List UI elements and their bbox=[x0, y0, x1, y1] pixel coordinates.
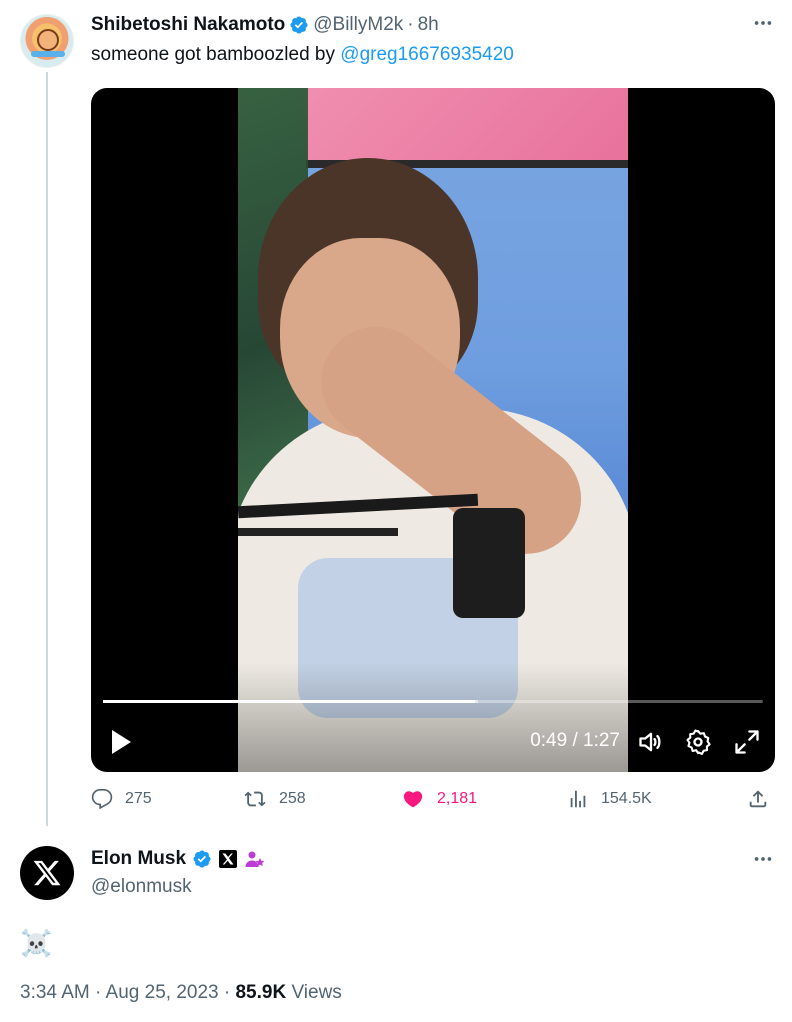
volume-icon[interactable] bbox=[637, 728, 665, 756]
views-label: Views bbox=[286, 982, 342, 1003]
reply-author-header: Elon Musk bbox=[91, 848, 266, 870]
tweet-time[interactable]: 8h bbox=[418, 14, 439, 36]
tweet-actions: 275 258 2,181 154.5K bbox=[91, 788, 775, 816]
reply-author-handle[interactable]: @elonmusk bbox=[91, 876, 192, 898]
author-name[interactable]: Elon Musk bbox=[91, 848, 186, 870]
video-progress-bar[interactable] bbox=[103, 700, 763, 703]
author-handle[interactable]: @BillyM2k bbox=[313, 14, 403, 36]
reply-icon bbox=[91, 789, 113, 810]
avatar[interactable] bbox=[20, 14, 74, 68]
controls-shade bbox=[91, 662, 775, 772]
avatar[interactable] bbox=[20, 846, 74, 900]
mention-link[interactable]: @greg16676935420 bbox=[340, 44, 514, 65]
timestamp[interactable]: 3:34 AM · Aug 25, 2023 · bbox=[20, 982, 235, 1003]
mic-cable bbox=[238, 528, 398, 536]
retweet-icon bbox=[244, 791, 266, 807]
avatar-face bbox=[37, 29, 59, 51]
verified-badge-icon bbox=[290, 16, 308, 34]
like-count: 2,181 bbox=[437, 790, 478, 807]
tweet-metadata: 3:34 AM · Aug 25, 2023 · 85.9K Views bbox=[20, 982, 342, 1004]
play-icon[interactable] bbox=[109, 728, 133, 756]
tweet-text-body: someone got bamboozled by bbox=[91, 44, 341, 65]
reply-button[interactable]: 275 bbox=[91, 788, 152, 810]
like-button[interactable]: 2,181 bbox=[401, 788, 477, 810]
video-player[interactable]: 0:49 / 1:27 bbox=[91, 88, 775, 772]
views-count: 154.5K bbox=[601, 790, 652, 807]
x-affiliate-badge-icon[interactable] bbox=[218, 849, 238, 869]
retweet-count: 258 bbox=[279, 790, 306, 807]
tweet-text: someone got bamboozled by @greg166769354… bbox=[91, 44, 514, 66]
x-logo-icon bbox=[33, 860, 61, 886]
views-button[interactable]: 154.5K bbox=[567, 788, 652, 810]
views-bar-icon bbox=[570, 790, 586, 808]
more-icon[interactable] bbox=[752, 848, 774, 876]
author-name[interactable]: Shibetoshi Nakamoto bbox=[91, 14, 285, 36]
share-button[interactable] bbox=[747, 788, 769, 810]
tweet-header: Shibetoshi Nakamoto @BillyM2k · 8h bbox=[91, 14, 439, 36]
reply-count: 275 bbox=[125, 790, 152, 807]
settings-gear-icon[interactable] bbox=[684, 728, 712, 756]
person-star-icon bbox=[245, 851, 265, 867]
avatar-band bbox=[31, 51, 65, 57]
more-icon[interactable] bbox=[752, 12, 774, 40]
video-time: 0:49 / 1:27 bbox=[530, 730, 620, 751]
share-icon bbox=[749, 790, 767, 808]
retweet-button[interactable]: 258 bbox=[243, 788, 306, 810]
views-count: 85.9K bbox=[235, 982, 287, 1003]
microphone bbox=[453, 508, 525, 618]
reply-text: ☠️ bbox=[20, 928, 53, 958]
separator-dot: · bbox=[407, 14, 414, 35]
wall-art bbox=[306, 88, 628, 168]
thread-line bbox=[46, 72, 48, 826]
heart-icon bbox=[403, 791, 423, 808]
fullscreen-icon[interactable] bbox=[733, 728, 761, 756]
progress-fill bbox=[103, 700, 475, 703]
verified-badge-icon bbox=[193, 850, 211, 868]
